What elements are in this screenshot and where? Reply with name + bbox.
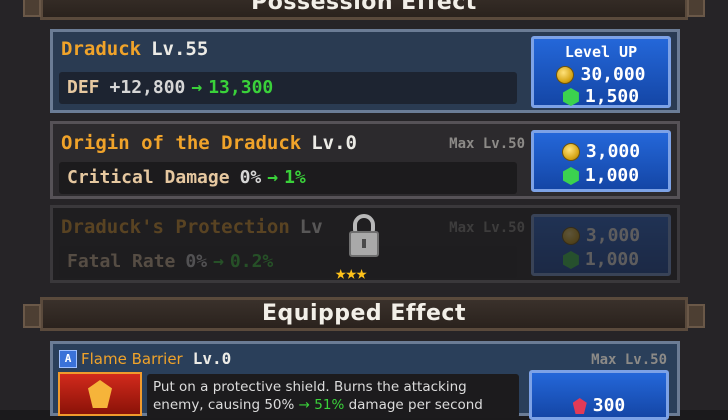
green-gem-icon [562, 88, 579, 106]
stat-next: 1% [284, 167, 306, 188]
coin-cost: 30,000 [580, 64, 646, 85]
possession-effect-header: Possession Effect [23, 0, 705, 20]
gem-cost: 1,500 [584, 86, 640, 107]
max-level-label: Max Lv.50 [449, 220, 525, 236]
ruby-cost: 300 [592, 395, 626, 416]
desc-text-end: damage per second [348, 397, 483, 413]
equipped-skill-panel: A Flame Barrier Lv.0 Max Lv.50 Put on a pr… [50, 341, 680, 420]
slot-title: Draduck's Protection Lv [61, 216, 323, 238]
unlock-stars: ★★★ [335, 262, 367, 284]
gem-cost: 1,000 [584, 249, 640, 270]
gem-cost: 1,000 [584, 165, 640, 186]
equipped-effect-header: Equipped Effect [23, 297, 705, 331]
skill-description: Put on a protective shield. Burns the at… [147, 374, 519, 418]
skill-upgrade-button[interactable]: 300 [529, 370, 669, 420]
green-gem-icon [562, 251, 579, 269]
level-up-button[interactable]: Level UP 30,000 1,500 [531, 36, 671, 108]
gem-cost-row: 1,500 [534, 86, 668, 107]
stat-line: DEF +12,800 → 13,300 [67, 77, 273, 98]
desc-text: enemy, causing 50% [153, 397, 295, 413]
stat-box: DEF +12,800 → 13,300 [59, 72, 517, 104]
slot-level: Lv.0 [311, 132, 357, 154]
stat-label: Critical Damage [67, 167, 230, 188]
skill-max-level: Max Lv.50 [591, 352, 667, 368]
gold-coin-icon [561, 143, 580, 161]
upgrade-button[interactable]: 3,000 1,000 [531, 130, 671, 192]
desc-line-2: enemy, causing 50% → 51% damage per seco… [153, 396, 513, 414]
arrow-icon: → [267, 167, 279, 188]
slot-name: Origin of the Draduck [61, 132, 302, 154]
gem-cost-row: 1,000 [534, 249, 668, 270]
stat-line: Critical Damage 0% → 1% [67, 167, 306, 188]
stat-next: 13,300 [208, 77, 274, 98]
skill-name: Flame Barrier [81, 349, 183, 368]
gold-coin-icon [556, 66, 575, 84]
ruby-cost-row: 300 [532, 395, 666, 416]
slot-name: Draduck's Protection [61, 216, 290, 238]
slot-name: Draduck [61, 38, 142, 60]
slot-title: Origin of the Draduck Lv.0 [61, 132, 357, 154]
coin-cost: 3,000 [585, 225, 641, 246]
max-level-label: Max Lv.50 [449, 136, 525, 152]
stat-box: Fatal Rate 0% → 0.2% [59, 246, 517, 278]
upgrade-button-disabled: 3,000 1,000 [531, 214, 671, 276]
gold-coin-icon [561, 227, 580, 245]
stat-current: 0% [185, 251, 208, 272]
arrow-icon: → [213, 251, 224, 272]
coin-cost-row: 3,000 [534, 141, 668, 162]
flame-barrier-skill-icon[interactable] [58, 372, 142, 416]
green-gem-icon [562, 167, 579, 185]
stat-current: +12,800 [109, 77, 186, 98]
lock-icon [349, 214, 379, 257]
ruby-icon [572, 398, 587, 414]
arrow-icon: → [191, 77, 203, 98]
possession-slot-protection-locked: Draduck's Protection Lv Max Lv.50 Fatal R… [50, 205, 680, 284]
stat-line: Fatal Rate 0% → 0.2% [67, 251, 273, 272]
skill-level: Lv.0 [192, 349, 232, 368]
slot-title: Draduck Lv.55 [61, 38, 208, 60]
possession-slot-origin: Origin of the Draduck Lv.0 Max Lv.50 Crit… [50, 121, 680, 199]
coin-cost: 3,000 [585, 141, 641, 162]
stat-label: Fatal Rate [67, 251, 176, 272]
desc-line-1: Put on a protective shield. Burns the at… [153, 379, 467, 395]
skill-type-badge: A [59, 349, 77, 368]
skill-header: A Flame Barrier Lv.0 [59, 348, 231, 368]
gem-cost-row: 1,000 [534, 165, 668, 186]
stat-label: DEF [67, 77, 100, 98]
desc-next-value: 51% [314, 397, 345, 413]
slot-level: Lv.55 [151, 38, 209, 60]
level-up-label: Level UP [564, 43, 638, 61]
stat-current: 0% [239, 167, 262, 188]
coin-cost-row: 3,000 [534, 225, 668, 246]
stat-next: 0.2% [229, 251, 274, 272]
possession-slot-draduck: Draduck Lv.55 DEF +12,800 → 13,300 Level UP … [50, 29, 680, 113]
possession-screen: Possession Effect Draduck Lv.55 DEF +12,80… [0, 0, 728, 420]
slot-level: Lv [299, 216, 323, 238]
arrow-icon: → [298, 397, 310, 413]
stat-box: Critical Damage 0% → 1% [59, 162, 517, 194]
coin-cost-row: 30,000 [534, 64, 668, 85]
